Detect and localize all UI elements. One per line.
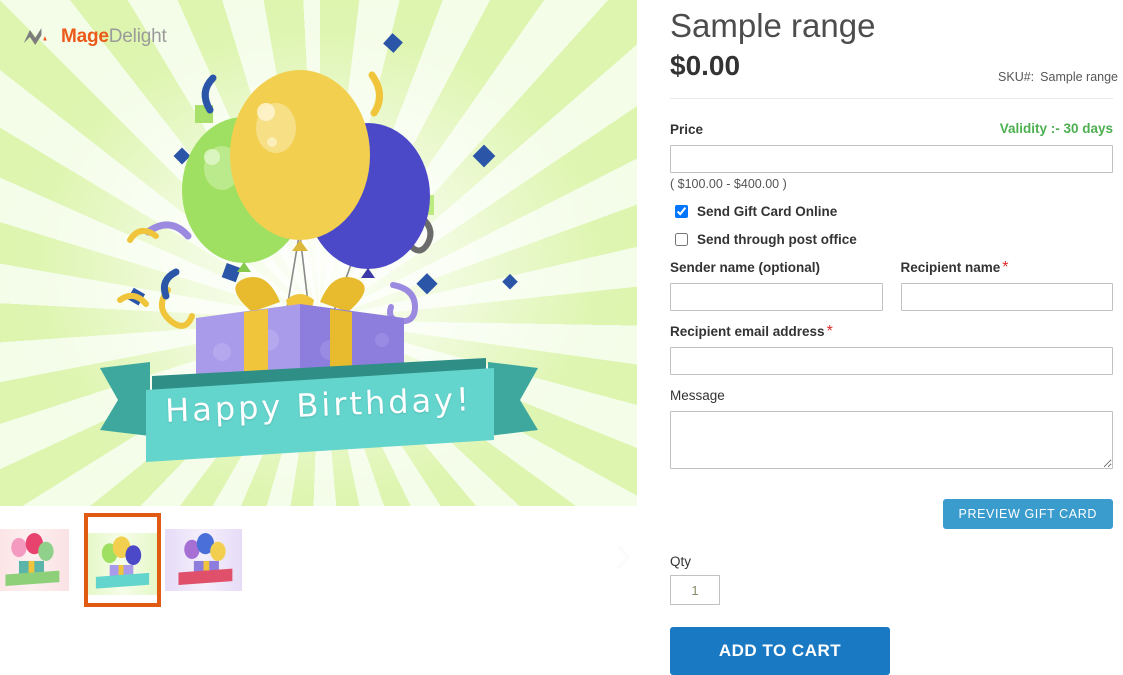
qty-label: Qty	[670, 554, 692, 570]
gift-card-form: Price Validity :- 30 days ( $100.00 - $4…	[660, 99, 1123, 675]
delivery-option-send-post-office[interactable]: Send through post office	[670, 232, 1113, 247]
send-post-office-checkbox[interactable]	[675, 233, 688, 247]
thumbnail-gift-card-green[interactable]	[84, 513, 161, 607]
preview-button-row: PREVIEW GIFT CARD	[670, 499, 1113, 530]
thumbnail-pink-svg	[5, 533, 60, 586]
product-price: $0.00	[670, 50, 741, 82]
thumbnail-gift-card-pink[interactable]	[0, 513, 69, 607]
send-online-label[interactable]: Send Gift Card Online	[697, 204, 837, 219]
price-range-hint: ( $100.00 - $400.00 )	[670, 177, 787, 192]
magedelight-logo: MageDelight	[22, 26, 167, 48]
recipient-email-field: Recipient email address *	[670, 323, 1113, 376]
name-fields-row: Sender name (optional) Recipient name *	[670, 259, 1114, 312]
send-online-checkbox[interactable]	[675, 205, 688, 219]
logo-text: MageDelight	[61, 26, 167, 48]
magedelight-logo-icon	[23, 28, 47, 45]
main-product-image[interactable]: MageDelight Happy Birthday!	[0, 0, 637, 506]
thumbnail-green-art	[88, 533, 157, 595]
sku-display: SKU#: Sample range	[998, 70, 1118, 84]
recipient-name-input[interactable]	[900, 283, 1113, 312]
recipient-name-label-row: Recipient name *	[901, 259, 1114, 279]
price-row: $0.00 SKU#: Sample range	[660, 46, 1123, 90]
thumbnail-pink-art	[0, 529, 69, 591]
message-label: Message	[670, 388, 725, 404]
recipient-name-label: Recipient name	[900, 260, 1001, 276]
qty-input[interactable]	[670, 575, 720, 606]
sender-name-input[interactable]	[670, 283, 883, 312]
sender-name-label-row: Sender name (optional)	[670, 259, 883, 279]
message-field: Message	[670, 387, 1113, 474]
price-label: Price	[670, 122, 704, 138]
validity-text: Validity :- 30 days	[999, 121, 1113, 137]
thumbnail-purple-svg	[178, 533, 233, 586]
thumbnail-strip	[0, 513, 637, 613]
message-textarea[interactable]	[670, 411, 1113, 470]
add-to-cart-button[interactable]: ADD TO CART	[670, 627, 890, 675]
recipient-name-required-marker: *	[1002, 259, 1009, 277]
price-input[interactable]	[670, 145, 1113, 174]
recipient-email-label-row: Recipient email address *	[670, 323, 1113, 343]
thumbnail-gift-card-purple[interactable]	[165, 513, 242, 607]
delivery-option-send-online[interactable]: Send Gift Card Online	[670, 204, 1113, 219]
chevron-right-icon[interactable]	[610, 540, 636, 574]
thumbnail-green-svg	[95, 536, 150, 589]
logo-text-primary: Mage	[61, 26, 109, 47]
send-post-office-label[interactable]: Send through post office	[697, 232, 857, 247]
sku-label: SKU#:	[998, 70, 1035, 85]
product-info-panel: Sample range $0.00 SKU#: Sample range Pri…	[660, 0, 1123, 675]
recipient-name-field: Recipient name *	[900, 259, 1114, 312]
sku-value: Sample range	[1040, 70, 1118, 85]
recipient-email-label: Recipient email address	[670, 324, 825, 340]
page-title: Sample range	[670, 7, 876, 44]
message-label-row: Message	[670, 387, 1113, 407]
recipient-email-required-marker: *	[826, 323, 833, 341]
thumbnail-purple-art	[165, 529, 242, 591]
logo-text-secondary: Delight	[108, 26, 167, 47]
product-gallery: MageDelight Happy Birthday!	[0, 0, 637, 657]
preview-gift-card-button[interactable]: PREVIEW GIFT CARD	[942, 499, 1113, 530]
sender-name-field: Sender name (optional)	[670, 259, 883, 312]
sender-name-label: Sender name (optional)	[670, 260, 821, 276]
recipient-email-input[interactable]	[670, 347, 1113, 376]
price-label-row: Price Validity :- 30 days	[670, 121, 1113, 141]
